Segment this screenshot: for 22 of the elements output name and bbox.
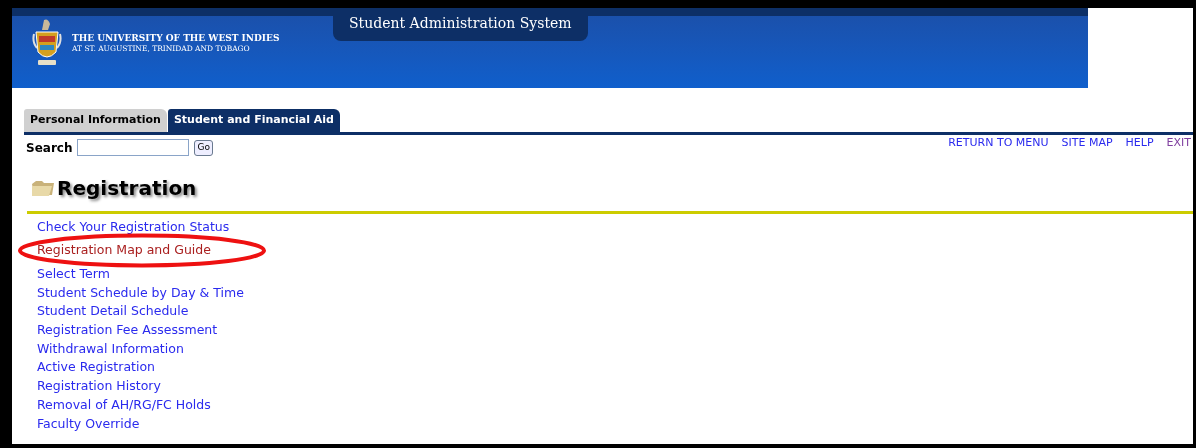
menu-link[interactable]: Registration History	[37, 377, 161, 396]
nav-link[interactable]: SITE MAP	[1061, 135, 1113, 152]
page-title: Registration	[57, 174, 197, 202]
nav-tab[interactable]: Student and Financial Aid	[167, 109, 340, 132]
menu-link[interactable]: Check Your Registration Status	[37, 217, 230, 237]
crest-icon	[32, 18, 62, 68]
nav-link[interactable]: EXIT	[1166, 135, 1191, 152]
menu-link[interactable]: Active Registration	[37, 358, 156, 378]
menu-link[interactable]: Registration Fee Assessment	[37, 321, 218, 340]
nav-link[interactable]: HELP	[1125, 135, 1154, 152]
menu-link[interactable]: Faculty Override	[37, 414, 140, 434]
menu-link[interactable]: Withdrawal Information	[37, 339, 184, 359]
search-field[interactable]	[77, 139, 190, 156]
nav-tab[interactable]: Personal Information	[24, 109, 167, 132]
university-name: THE UNIVERSITY OF THE WEST INDIES	[72, 32, 280, 44]
search-label: Search	[26, 139, 73, 157]
go-button[interactable]: Go	[194, 139, 213, 156]
nav-link[interactable]: RETURN TO MENU	[948, 135, 1049, 152]
menu-link[interactable]: Removal of AH/RG/FC Holds	[37, 395, 211, 415]
menu-link[interactable]: Select Term	[37, 264, 110, 284]
menu-link[interactable]: Student Detail Schedule	[37, 302, 189, 321]
menu-link[interactable]: Student Schedule by Day & Time	[37, 283, 244, 303]
